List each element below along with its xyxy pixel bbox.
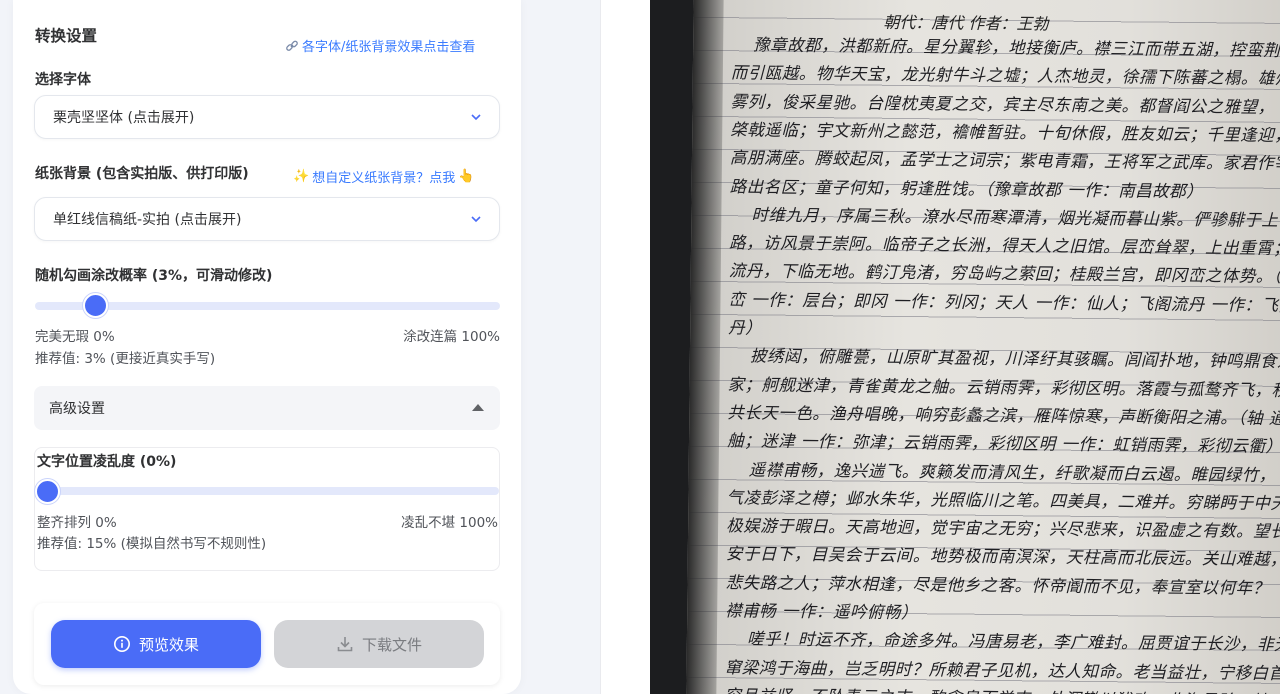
- advanced-settings-label: 高级设置: [49, 401, 105, 417]
- jitter-slider-track[interactable]: [35, 487, 499, 495]
- advanced-settings-body: 文字位置凌乱度 (0%) 整齐排列 0% 凌乱不堪 100% 推荐值: 15% …: [34, 447, 500, 571]
- strike-max-label: 涂改连篇 100%: [403, 329, 500, 345]
- advanced-settings-toggle[interactable]: 高级设置: [34, 386, 500, 430]
- preview-image: 朝代：唐代 作者：王勃 豫章故郡，洪都新府。星分翼轸，地接衡庐。襟三江而带五湖，…: [650, 0, 1280, 694]
- download-button-label: 下载文件: [361, 635, 422, 654]
- jitter-max-label: 凌乱不堪 100%: [401, 515, 498, 531]
- poem-title-line: 朝代：唐代 作者：王勃: [883, 12, 1049, 34]
- action-bar: 预览效果 下载文件: [34, 603, 500, 685]
- paper-custom-link-text: 想自定义纸张背景？点我: [312, 171, 456, 186]
- strike-recommend: 推荐值: 3% (更接近真实手写): [35, 351, 216, 367]
- download-button[interactable]: 下载文件: [274, 620, 484, 668]
- paper-custom-link[interactable]: ✨ 想自定义纸张背景？点我 👆: [293, 167, 474, 186]
- paper-label: 纸张背景 (包含实拍版、供打印版): [35, 166, 249, 182]
- font-select[interactable]: 栗壳坚坚体 (点击展开): [34, 95, 500, 139]
- preview-button[interactable]: 预览效果: [51, 620, 261, 668]
- handwritten-line: 路出名区；童子何知，躬逢胜饯。（豫章故郡 一作：南昌故郡）: [729, 176, 1204, 201]
- font-preview-link[interactable]: 各字体/纸张背景效果点击查看: [285, 36, 475, 55]
- settings-panel: 转换设置 各字体/纸张背景效果点击查看 选择字体 栗壳坚坚体 (点击展开) 纸张…: [13, 0, 521, 694]
- paper-select[interactable]: 单红线信稿纸-实拍 (点击展开): [34, 197, 500, 241]
- chevron-down-icon: [469, 110, 483, 124]
- notebook-paper: 朝代：唐代 作者：王勃 豫章故郡，洪都新府。星分翼轸，地接衡庐。襟三江而带五湖，…: [686, 0, 1280, 694]
- paper-select-value: 单红线信稿纸-实拍 (点击展开): [53, 212, 242, 228]
- pointing-hand-icon: 👆: [458, 169, 475, 184]
- jitter-label: 文字位置凌乱度 (0%): [37, 454, 177, 470]
- chevron-down-icon: [469, 212, 483, 226]
- handwritten-line: 襟甫畅 一作：遥吟俯畅）: [725, 601, 919, 623]
- handwritten-line: 丹）: [728, 318, 763, 338]
- font-label: 选择字体: [35, 72, 91, 88]
- preview-button-label: 预览效果: [138, 635, 199, 654]
- caret-up-icon: [472, 404, 484, 411]
- jitter-recommend: 推荐值: 15% (模拟自然书写不规则性): [37, 536, 267, 552]
- divider: [600, 0, 650, 694]
- sparkle-icon: ✨: [293, 169, 310, 184]
- strike-slider-handle[interactable]: [83, 293, 109, 318]
- strike-min-label: 完美无瑕 0%: [35, 329, 115, 345]
- settings-title: 转换设置: [35, 27, 98, 45]
- info-icon: [113, 635, 131, 653]
- download-icon: [336, 635, 354, 653]
- font-preview-link-text: 各字体/纸张背景效果点击查看: [302, 40, 476, 55]
- jitter-min-label: 整齐排列 0%: [37, 515, 117, 531]
- font-select-value: 栗壳坚坚体 (点击展开): [53, 110, 195, 126]
- link-icon: [285, 39, 299, 53]
- jitter-slider-handle[interactable]: [35, 479, 60, 504]
- strike-label: 随机勾画涂改概率 (3%，可滑动修改): [35, 268, 273, 284]
